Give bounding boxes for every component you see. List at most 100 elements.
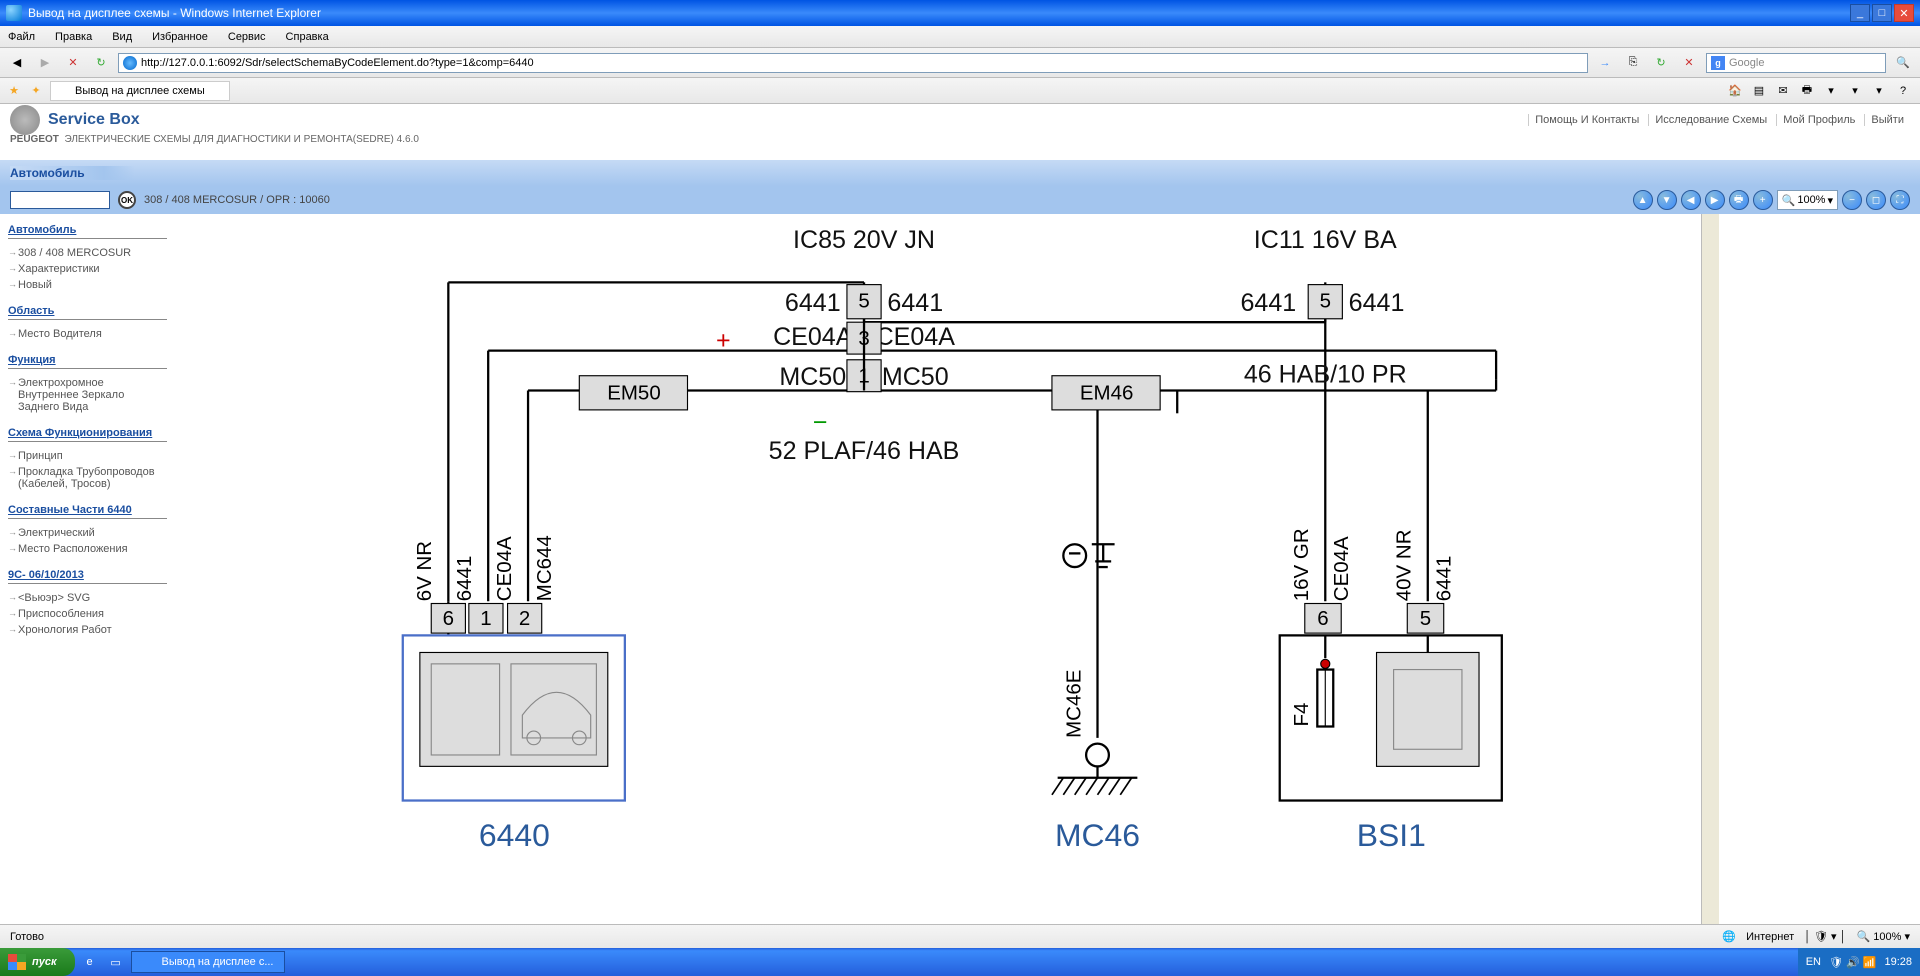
sidebar-item[interactable]: Характеристики: [8, 261, 167, 277]
svg-text:CE04A: CE04A: [1330, 536, 1353, 601]
sidebar: Автомобиль 308 / 408 MERCOSUR Характерис…: [0, 214, 175, 924]
mail-button[interactable]: ✉: [1772, 80, 1794, 102]
menu-tools[interactable]: Сервис: [224, 29, 270, 45]
tab-bar: ★ ✦ Вывод на дисплее схемы 🏠 ▤ ✉ 🖶 ▾ ▾ ▾…: [0, 78, 1920, 104]
header-links: Помощь И Контакты Исследование Схемы Мой…: [1528, 114, 1910, 126]
link-research[interactable]: Исследование Схемы: [1648, 114, 1773, 126]
zoom-select[interactable]: 🔍 100% ▾: [1777, 190, 1838, 210]
svg-text:IC85 20V JN: IC85 20V JN: [793, 226, 935, 254]
nav-left-button[interactable]: ◀: [1681, 190, 1701, 210]
fit-button[interactable]: ◻: [1866, 190, 1886, 210]
svg-text:+: +: [716, 326, 731, 354]
tray-icons[interactable]: 🛡 🔊 📶: [1829, 956, 1876, 969]
link-profile[interactable]: Мой Профиль: [1776, 114, 1861, 126]
print-button[interactable]: 🖶: [1796, 80, 1818, 102]
nav-down-button[interactable]: ▼: [1657, 190, 1677, 210]
home-button[interactable]: 🏠: [1724, 80, 1746, 102]
zoom-in-button[interactable]: +: [1753, 190, 1773, 210]
menu-edit[interactable]: Правка: [51, 29, 96, 45]
sidebar-item[interactable]: Электрический: [8, 525, 167, 541]
taskbar-item[interactable]: Вывод на дисплее с...: [131, 951, 285, 973]
help-icon-button[interactable]: ?: [1892, 80, 1914, 102]
tray-clock[interactable]: 19:28: [1884, 956, 1912, 968]
menu-help[interactable]: Справка: [282, 29, 333, 45]
svg-text:6441: 6441: [887, 289, 943, 317]
print-diagram-button[interactable]: 🖶: [1729, 190, 1749, 210]
zoom-out-button[interactable]: −: [1842, 190, 1862, 210]
svg-text:MC46: MC46: [1055, 817, 1140, 853]
system-tray[interactable]: EN 🛡 🔊 📶 19:28: [1798, 948, 1920, 976]
fullscreen-button[interactable]: ⛶: [1890, 190, 1910, 210]
favorites-icon[interactable]: ★: [6, 83, 22, 99]
link-logout[interactable]: Выйти: [1864, 114, 1910, 126]
page-button[interactable]: ▾: [1820, 80, 1842, 102]
task-ie-icon: [142, 955, 156, 969]
magnifier-icon: 🔍: [1782, 194, 1796, 207]
sidebar-item[interactable]: <Вьюэр> SVG: [8, 590, 167, 606]
nav-right-button[interactable]: ▶: [1705, 190, 1725, 210]
tools-button[interactable]: ▾: [1868, 80, 1890, 102]
chevron-down-icon: ▾: [1827, 194, 1833, 207]
svg-text:EM46: EM46: [1080, 382, 1134, 405]
address-bar[interactable]: http://127.0.0.1:6092/Sdr/selectSchemaBy…: [118, 53, 1588, 73]
sidebar-item[interactable]: Приспособления: [8, 606, 167, 622]
menu-view[interactable]: Вид: [108, 29, 136, 45]
nav-up-button[interactable]: ▲: [1633, 190, 1653, 210]
tab-title: Вывод на дисплее схемы: [75, 85, 205, 97]
stop-button[interactable]: ✕: [62, 52, 84, 74]
wiring-diagram[interactable]: IC85 20V JN IC11 16V BA 6441 6441 5 6441…: [175, 214, 1701, 924]
minimize-button[interactable]: _: [1850, 4, 1870, 22]
status-zoom[interactable]: 🔍 100% ▾: [1857, 930, 1910, 943]
go-button[interactable]: →: [1594, 52, 1616, 74]
safety-button[interactable]: ▾: [1844, 80, 1866, 102]
sidebar-item[interactable]: Новый: [8, 277, 167, 293]
quick-desktop-icon[interactable]: ▭: [105, 951, 127, 973]
svg-text:F4: F4: [1290, 703, 1313, 727]
refresh-button[interactable]: ↻: [90, 52, 112, 74]
sidebar-title-func: Функция: [8, 354, 167, 369]
ok-button[interactable]: OK: [118, 191, 136, 209]
svg-text:6: 6: [1317, 607, 1328, 630]
link-help[interactable]: Помощь И Контакты: [1528, 114, 1645, 126]
menu-file[interactable]: Файл: [4, 29, 39, 45]
compat-button[interactable]: ⎘: [1622, 52, 1644, 74]
svg-text:6441: 6441: [1240, 289, 1296, 317]
back-button[interactable]: ◀: [6, 52, 28, 74]
browser-tab[interactable]: Вывод на дисплее схемы: [50, 81, 230, 101]
status-internet: Интернет: [1746, 931, 1794, 943]
sidebar-item[interactable]: Место Водителя: [8, 326, 167, 342]
sidebar-item[interactable]: Хронология Работ: [8, 622, 167, 638]
address-toolbar: ◀ ▶ ✕ ↻ http://127.0.0.1:6092/Sdr/select…: [0, 48, 1920, 78]
scrollbar-vertical[interactable]: [1701, 214, 1719, 924]
maximize-button[interactable]: □: [1872, 4, 1892, 22]
forward-button[interactable]: ▶: [34, 52, 56, 74]
quick-ie-icon[interactable]: e: [79, 951, 101, 973]
sidebar-item[interactable]: Место Расположения: [8, 541, 167, 557]
favorites-bar-icon[interactable]: ✦: [28, 83, 44, 99]
sidebar-item[interactable]: Прокладка Трубопроводов (Кабелей, Тросов…: [8, 464, 167, 492]
url-text: http://127.0.0.1:6092/Sdr/selectSchemaBy…: [141, 57, 534, 69]
sidebar-item[interactable]: Электрохромное Внутреннее Зеркало Заднег…: [8, 375, 167, 415]
sidebar-title-area: Область: [8, 305, 167, 320]
menu-favorites[interactable]: Избранное: [148, 29, 212, 45]
protected-mode-icon: │ 🛡 ▾ │: [1804, 930, 1846, 943]
sidebar-item[interactable]: 308 / 408 MERCOSUR: [8, 245, 167, 261]
svg-text:MC50: MC50: [882, 363, 949, 391]
service-box-title: Service Box: [48, 111, 140, 129]
vehicle-search-input[interactable]: [10, 191, 110, 209]
close-button[interactable]: ✕: [1894, 4, 1914, 22]
sidebar-item[interactable]: Принцип: [8, 448, 167, 464]
feeds-button[interactable]: ▤: [1748, 80, 1770, 102]
search-box[interactable]: g Google: [1706, 53, 1886, 73]
stop2-button[interactable]: ✕: [1678, 52, 1700, 74]
menu-bar: Файл Правка Вид Избранное Сервис Справка: [0, 26, 1920, 48]
breadcrumb: 308 / 408 MERCOSUR / OPR : 10060: [144, 194, 330, 206]
search-button[interactable]: 🔍: [1892, 52, 1914, 74]
svg-text:6V NR: 6V NR: [413, 541, 436, 601]
refresh2-button[interactable]: ↻: [1650, 52, 1672, 74]
tray-lang[interactable]: EN: [1806, 956, 1821, 968]
sidebar-title-vehicle: Автомобиль: [8, 224, 167, 239]
start-button[interactable]: пуск: [0, 948, 75, 976]
svg-text:46 HAB/10 PR: 46 HAB/10 PR: [1244, 361, 1407, 389]
status-done: Готово: [10, 931, 44, 943]
